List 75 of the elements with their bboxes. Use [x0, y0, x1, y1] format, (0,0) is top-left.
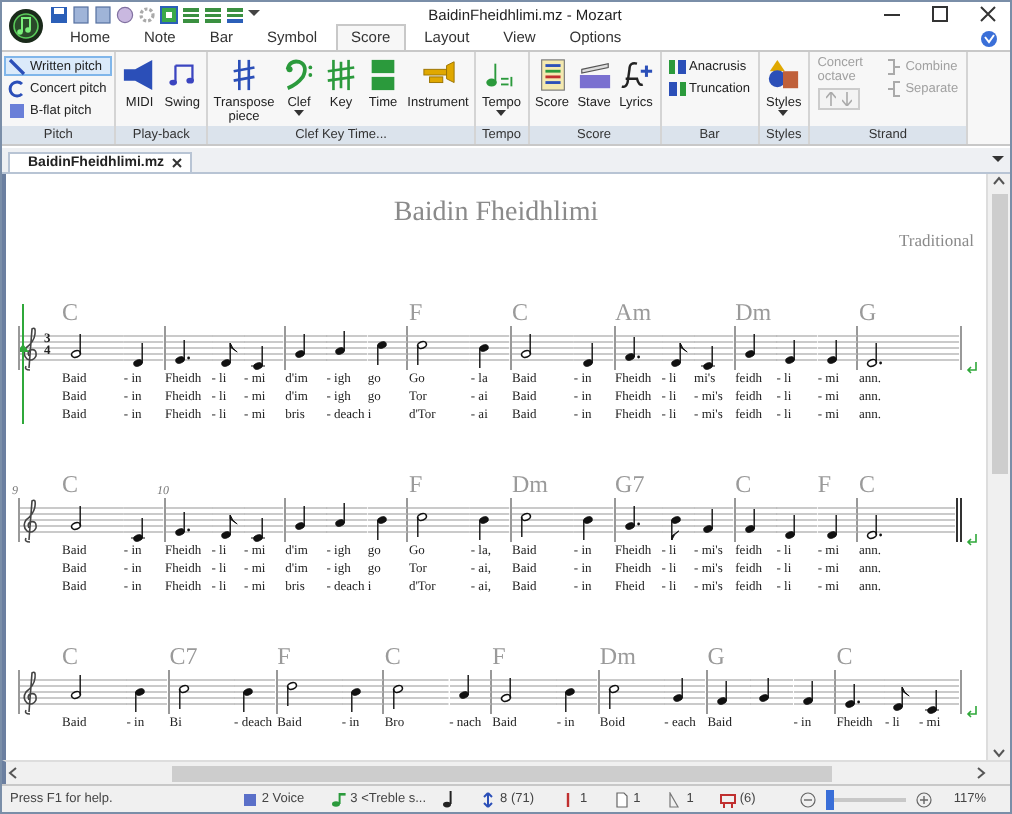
- note-icon: [330, 791, 347, 807]
- chord-symbol: Dm: [599, 644, 636, 670]
- bracket-icon: [883, 57, 902, 75]
- chord-symbol: C: [512, 300, 529, 326]
- caret-icon: [294, 110, 305, 116]
- list-icon[interactable]: [182, 5, 200, 23]
- scroll-thumb[interactable]: [991, 194, 1007, 474]
- chord-symbol: Dm: [512, 472, 548, 498]
- layout-icon[interactable]: [226, 5, 244, 23]
- chord-symbol: Dm: [735, 300, 772, 326]
- chord-symbol: G: [707, 644, 725, 670]
- return-icon: [966, 361, 977, 374]
- treble-clef-icon: [23, 499, 37, 543]
- chord-symbol: C7: [169, 644, 198, 670]
- horizontal-scrollbar[interactable]: [2, 760, 1010, 784]
- chord-symbol: F: [408, 472, 423, 498]
- caret-icon[interactable]: [248, 10, 260, 18]
- list-icon[interactable]: [204, 5, 222, 23]
- maximize-icon: [932, 6, 948, 22]
- chord-symbol: C: [735, 472, 752, 498]
- chord-symbol: F: [408, 300, 423, 326]
- stand-icon: [719, 791, 736, 807]
- treble-clef-icon: [23, 327, 37, 371]
- up-arrow-icon: [825, 92, 836, 106]
- vertical-scrollbar[interactable]: [986, 174, 1010, 760]
- return-icon: [966, 705, 977, 718]
- grid-icon[interactable]: [160, 5, 178, 23]
- square-icon: [8, 101, 26, 119]
- zoom-out-icon[interactable]: [799, 791, 816, 807]
- down-arrow-icon: [841, 92, 852, 106]
- voice-icon: [241, 791, 258, 807]
- treble-clef-icon: [23, 671, 37, 715]
- triangle-icon: [666, 791, 683, 807]
- score-title: Baidin Fheidhlimi: [391, 198, 601, 230]
- bass-clef-icon: [282, 58, 317, 92]
- help-icon[interactable]: [980, 29, 998, 47]
- disc-icon[interactable]: [116, 5, 134, 23]
- close-icon: [980, 6, 996, 22]
- sharp-icon: [324, 58, 359, 92]
- zoom-in-icon[interactable]: [915, 791, 932, 807]
- score-icon: [535, 58, 570, 92]
- scroll-thumb[interactable]: [172, 765, 832, 781]
- chord-symbol: F: [492, 644, 506, 670]
- arc-icon: [8, 79, 26, 97]
- stave-icon: [577, 58, 612, 92]
- pen-icon: [8, 57, 26, 75]
- lyrics-icon: [619, 58, 654, 92]
- shapes-icon: [766, 58, 801, 92]
- chord-symbol: C: [62, 644, 79, 670]
- chord-symbol: G7: [615, 472, 645, 498]
- bracket-icon: [883, 79, 902, 97]
- chord-symbol: F: [817, 472, 832, 498]
- chord-symbol: C: [384, 644, 401, 670]
- speaker-icon: [122, 58, 157, 92]
- zoom-slider[interactable]: [825, 789, 906, 809]
- chord-symbol: F: [277, 644, 291, 670]
- chord-symbol: G: [858, 300, 877, 326]
- quarter-note-icon: [442, 790, 455, 808]
- chord-symbol: C: [858, 472, 875, 498]
- close-icon[interactable]: [172, 158, 183, 168]
- slider-thumb[interactable]: [826, 789, 835, 809]
- chord-symbol: C: [62, 472, 79, 498]
- chord-symbol: Am: [615, 300, 652, 326]
- chord-symbol: C: [62, 300, 79, 326]
- bar-icon: [667, 79, 686, 97]
- chord-symbol: C: [836, 644, 853, 670]
- bar-icon: [667, 57, 686, 75]
- composer: Traditional: [897, 230, 974, 250]
- updown-arrow-icon: [480, 791, 497, 807]
- caret-icon: [496, 110, 507, 116]
- app-logo[interactable]: [8, 8, 44, 44]
- return-icon: [966, 533, 977, 546]
- caret-icon[interactable]: [992, 156, 1004, 164]
- page-icon: [613, 791, 630, 807]
- caret-icon: [778, 110, 789, 116]
